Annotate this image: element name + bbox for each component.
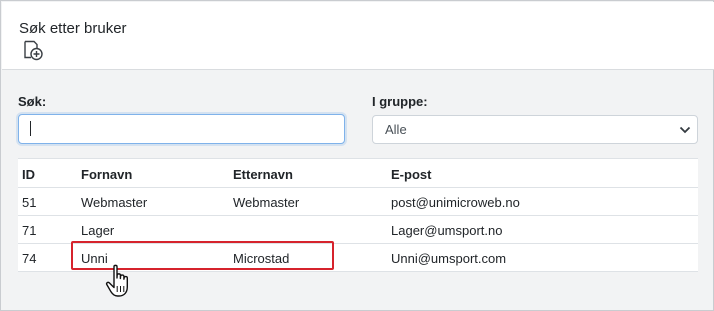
- cell-email: Unni@umsport.com: [391, 251, 507, 266]
- user-add-icon[interactable]: [22, 39, 44, 61]
- group-label: I gruppe:: [372, 94, 428, 109]
- cell-id: 71: [22, 223, 37, 238]
- cell-email: post@unimicroweb.no: [391, 195, 520, 210]
- cell-last-name: Webmaster: [233, 195, 300, 210]
- group-select-value: Alle: [385, 122, 407, 137]
- table-row[interactable]: 74 Unni Microstad Unni@umsport.com: [18, 244, 698, 272]
- cell-id: 51: [22, 195, 37, 210]
- table-row[interactable]: 51 Webmaster Webmaster post@unimicroweb.…: [18, 188, 698, 216]
- search-input[interactable]: [18, 114, 345, 144]
- cell-last-name: Microstad: [233, 251, 290, 266]
- dialog-header: Søk etter bruker: [2, 2, 714, 70]
- cell-id: 74: [22, 251, 37, 266]
- table-row[interactable]: 71 Lager Lager@umsport.no: [18, 216, 698, 244]
- cell-first-name: Lager: [81, 223, 115, 238]
- header-id[interactable]: ID: [22, 167, 35, 182]
- text-caret: [30, 121, 31, 136]
- cell-first-name: Webmaster: [81, 195, 148, 210]
- dialog-title: Søk etter bruker: [19, 20, 127, 37]
- header-last-name[interactable]: Etternavn: [233, 167, 293, 182]
- chevron-down-icon: [679, 126, 691, 134]
- group-select[interactable]: Alle: [372, 115, 698, 144]
- users-table: ID Fornavn Etternavn E-post 51 Webmaster…: [18, 158, 698, 272]
- header-email[interactable]: E-post: [391, 167, 431, 182]
- cell-first-name: Unni: [81, 251, 108, 266]
- header-first-name[interactable]: Fornavn: [81, 167, 132, 182]
- table-header-row: ID Fornavn Etternavn E-post: [18, 159, 698, 188]
- cell-email: Lager@umsport.no: [391, 223, 503, 238]
- search-user-dialog: Søk etter bruker Søk: I gruppe: Alle ID …: [0, 0, 714, 311]
- search-label: Søk:: [18, 94, 47, 109]
